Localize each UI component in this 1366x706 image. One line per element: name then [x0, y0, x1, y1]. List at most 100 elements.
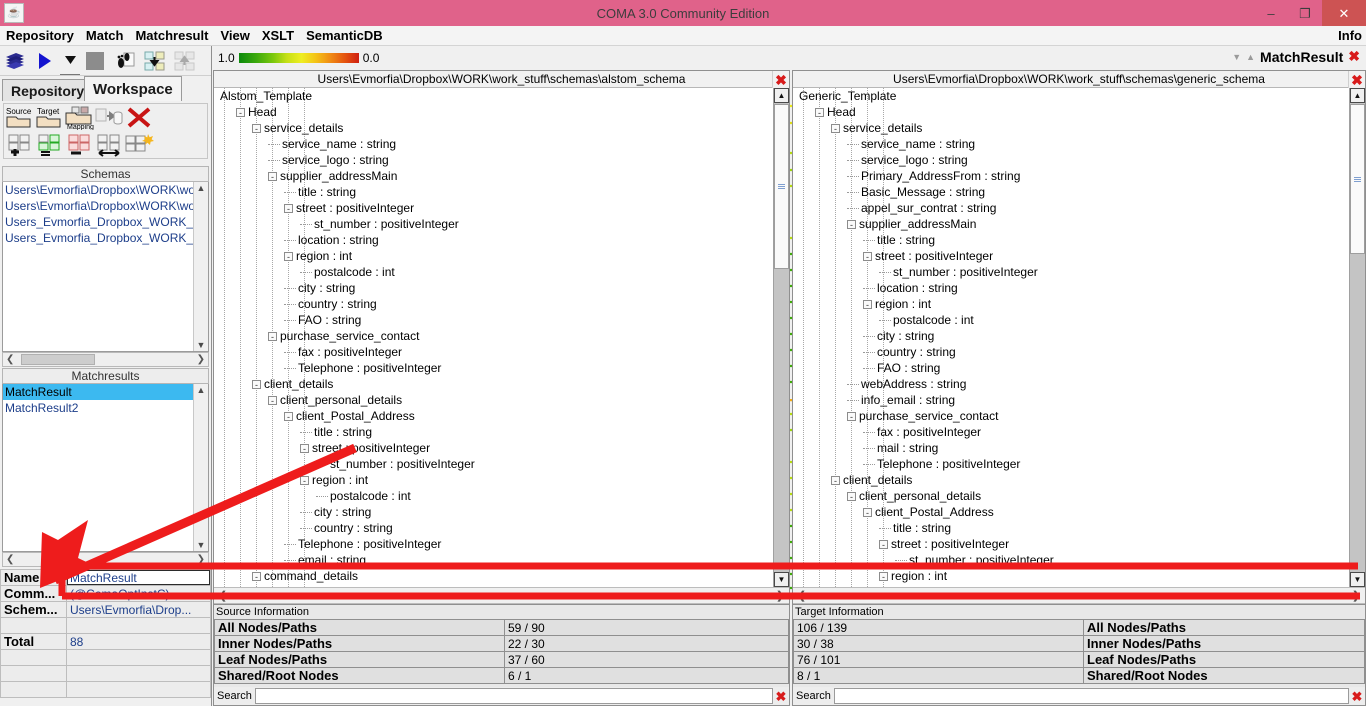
hscroll-thumb[interactable] [21, 354, 95, 365]
tree-node[interactable]: - purchase_service_contact [268, 328, 419, 344]
tree-node[interactable]: title : string [284, 184, 356, 200]
target-search-clear-icon[interactable]: ✖ [1349, 689, 1365, 704]
scroll-left-icon[interactable]: ❮ [793, 589, 810, 602]
scroll-down-icon[interactable]: ▼ [197, 539, 206, 551]
menu-repository[interactable]: Repository [0, 27, 80, 45]
tree-node[interactable]: - service_details [831, 120, 922, 136]
source-horizontal-scrollbar[interactable]: ❮ ❯ [214, 587, 789, 604]
tree-node[interactable]: - supplier_addressMain [847, 216, 976, 232]
tree-node[interactable]: - street : positiveInteger [863, 248, 993, 264]
schemas-horizontal-scrollbar[interactable]: ❮ ❯ [2, 352, 209, 367]
tree-node[interactable]: country : string [863, 344, 956, 360]
matchresults-list[interactable]: MatchResult MatchResult2 ▲ ▼ [2, 384, 209, 552]
tree-node[interactable]: - street : positiveInteger [300, 440, 430, 456]
tree-expander-icon[interactable]: - [300, 444, 309, 454]
tree-node[interactable]: postalcode : int [316, 488, 411, 504]
tree-expander-icon[interactable]: - [268, 172, 277, 182]
property-value[interactable]: MatchResult [66, 569, 211, 586]
menu-match[interactable]: Match [80, 27, 130, 45]
tree-node[interactable]: Telephone : positiveInteger [863, 456, 1020, 472]
tree-node[interactable]: - client_details [252, 376, 333, 392]
source-search-clear-icon[interactable]: ✖ [773, 689, 789, 704]
tree-node[interactable]: - purchase_service_contact [847, 408, 998, 424]
target-tree[interactable]: Generic_Template - Head - service_details ser… [793, 88, 1365, 587]
tree-expander-icon[interactable]: - [863, 300, 872, 310]
tree-expander-icon[interactable]: - [268, 396, 277, 406]
tree-node[interactable]: webAddress : string [847, 376, 966, 392]
tree-node[interactable]: - street : positiveInteger [284, 200, 414, 216]
tree-node[interactable]: Basic_Message : string [847, 184, 985, 200]
tree-node[interactable]: fax : positiveInteger [863, 424, 981, 440]
scroll-up-icon[interactable]: ▲ [1350, 88, 1365, 103]
tree-node[interactable]: fax : positiveInteger [284, 344, 402, 360]
tree-node[interactable]: - region : int [863, 296, 931, 312]
chevron-down-icon[interactable]: ▼ [1232, 52, 1241, 62]
tree-expander-icon[interactable]: - [284, 204, 293, 214]
tree-node[interactable]: - region : int [300, 472, 368, 488]
footprint-icon[interactable] [110, 47, 140, 75]
tree-node[interactable]: - region : int [879, 568, 947, 584]
tree-node[interactable]: service_name : string [847, 136, 975, 152]
tree-node[interactable]: country : string [300, 520, 393, 536]
menu-xslt[interactable]: XSLT [256, 27, 300, 45]
menu-matchresult[interactable]: Matchresult [129, 27, 214, 45]
tree-node[interactable]: FAO : string [863, 360, 940, 376]
tree-expander-icon[interactable]: - [252, 572, 261, 582]
tree-node[interactable]: Primary_AddressFrom : string [847, 168, 1020, 184]
tree-node[interactable]: service_name : string [268, 136, 396, 152]
tree-node[interactable]: city : string [863, 328, 934, 344]
tab-workspace[interactable]: Workspace [84, 76, 182, 101]
tree-node[interactable]: location : string [863, 280, 958, 296]
scroll-down-icon[interactable]: ▼ [774, 572, 789, 587]
tree-node[interactable]: Telephone : positiveInteger [284, 536, 441, 552]
tree-node[interactable]: - Head [236, 104, 277, 120]
target-scroll-thumb[interactable] [1350, 104, 1365, 254]
tree-expander-icon[interactable]: - [300, 476, 309, 486]
tree-node[interactable]: - client_personal_details [268, 392, 402, 408]
tree-node[interactable]: service_logo : string [268, 152, 389, 168]
scroll-left-icon[interactable]: ❮ [3, 354, 17, 365]
tree-node[interactable]: city : string [284, 280, 355, 296]
list-item[interactable]: Users_Evmorfia_Dropbox_WORK_wor [3, 230, 208, 246]
target-search-input[interactable] [833, 688, 1349, 704]
import-schema-icon[interactable] [140, 47, 170, 75]
tree-expander-icon[interactable]: - [863, 252, 872, 262]
delete-icon[interactable] [124, 105, 154, 131]
maximize-button[interactable]: ❐ [1288, 0, 1322, 26]
tree-node[interactable]: title : string [879, 520, 951, 536]
tree-expander-icon[interactable]: - [879, 572, 888, 582]
tree-node[interactable]: st_number : positiveInteger [300, 216, 459, 232]
tree-expander-icon[interactable]: - [252, 124, 261, 134]
matchresults-horizontal-scrollbar[interactable]: ❮ ❯ [2, 552, 209, 567]
tree-node[interactable]: - region : int [284, 248, 352, 264]
tree-node[interactable]: - street : positiveInteger [879, 536, 1009, 552]
chevron-up-icon[interactable]: ▲ [1246, 52, 1255, 62]
list-item[interactable]: MatchResult2 [3, 400, 208, 416]
save-to-db-icon[interactable] [94, 105, 124, 131]
schemas-vertical-scrollbar[interactable]: ▲ ▼ [193, 182, 208, 351]
tree-node[interactable]: st_number : positiveInteger [316, 456, 475, 472]
scroll-right-icon[interactable]: ❯ [772, 589, 789, 602]
diff-mapping-icon[interactable] [64, 132, 94, 158]
tree-expander-icon[interactable]: - [847, 412, 856, 422]
tree-expander-icon[interactable]: - [284, 412, 293, 422]
tree-node[interactable]: - client_details [831, 472, 912, 488]
stop-icon[interactable] [80, 47, 110, 75]
tree-node[interactable]: - service_details [252, 120, 343, 136]
tree-node[interactable]: - Head [815, 104, 856, 120]
tree-expander-icon[interactable]: - [236, 108, 245, 118]
open-source-icon[interactable]: Source [4, 105, 34, 131]
new-mapping-icon[interactable] [124, 132, 154, 158]
tree-node[interactable]: title : string [863, 232, 935, 248]
scroll-left-icon[interactable]: ❮ [3, 554, 17, 565]
tab-repository[interactable]: Repository [2, 79, 94, 101]
open-mapping-icon[interactable]: Mapping [64, 105, 94, 131]
scroll-left-icon[interactable]: ❮ [214, 589, 231, 602]
scroll-right-icon[interactable]: ❯ [1348, 589, 1365, 602]
tree-node[interactable]: - client_Postal_Address [284, 408, 415, 424]
tree-node[interactable]: st_number : positiveInteger [879, 264, 1038, 280]
scroll-up-icon[interactable]: ▲ [774, 88, 789, 103]
scroll-right-icon[interactable]: ❯ [194, 554, 208, 565]
scroll-down-icon[interactable]: ▼ [1350, 572, 1365, 587]
scroll-right-icon[interactable]: ❯ [194, 354, 208, 365]
